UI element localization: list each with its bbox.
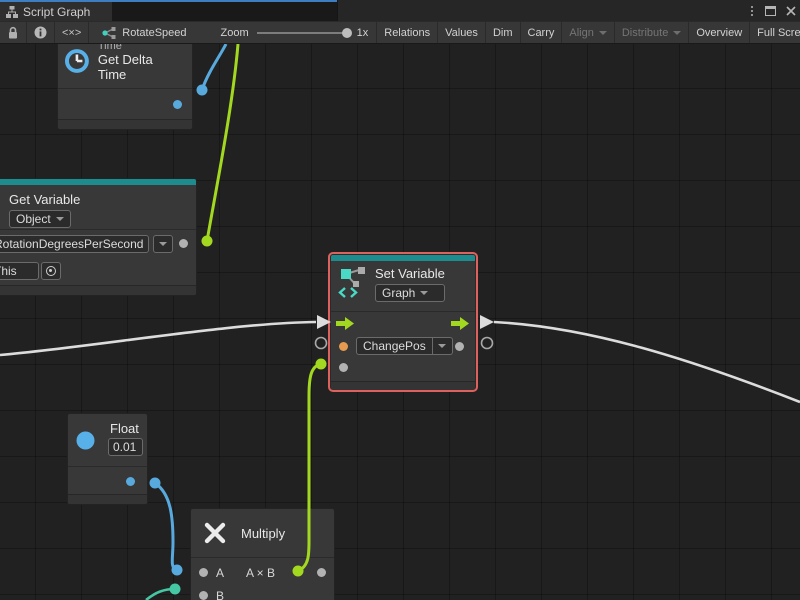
wire-float-to-multiply[interactable]: [155, 483, 176, 570]
flow-arrowhead-out: [480, 315, 494, 329]
lock-button[interactable]: [0, 22, 27, 43]
wire-deltatime[interactable]: [202, 44, 226, 90]
chevron-down-icon: [673, 31, 681, 39]
port-label-a: A: [216, 566, 224, 580]
input-port-value[interactable]: [339, 363, 348, 372]
node-float-literal[interactable]: Float 0.01: [67, 413, 148, 505]
chevron-down-icon: [438, 344, 446, 352]
wire-endpoint: [172, 565, 183, 576]
graph-breadcrumb[interactable]: RotateSpeed: [89, 22, 196, 43]
values-button[interactable]: Values: [438, 22, 486, 43]
zoom-value: 1x: [357, 27, 369, 39]
chevron-down-icon: [159, 242, 167, 250]
full-screen-button[interactable]: Full Screen: [750, 22, 800, 43]
node-footer: [331, 381, 475, 391]
unconnected-port-ring-right[interactable]: [482, 338, 493, 349]
zoom-label: Zoom: [221, 27, 249, 39]
graph-node-icon: [101, 26, 117, 40]
zoom-control: Zoom 1x: [197, 22, 378, 43]
node-category: Time: [98, 44, 184, 52]
clock-icon: [64, 48, 90, 74]
node-title: Set Variable: [375, 266, 445, 281]
close-icon[interactable]: [786, 6, 796, 16]
node-get-variable[interactable]: Get Variable Object RotationDegreesPerSe…: [0, 178, 197, 296]
info-icon: [34, 26, 47, 39]
target-object-field[interactable]: This: [0, 262, 39, 280]
graph-canvas[interactable]: Time Get Delta Time Get Variable Object …: [0, 44, 800, 600]
node-title: Float: [110, 421, 139, 436]
carry-button[interactable]: Carry: [521, 22, 563, 43]
variable-name-input[interactable]: RotationDegreesPerSecond: [0, 235, 149, 253]
zoom-slider[interactable]: [257, 32, 349, 34]
graph-name-label: RotateSpeed: [122, 27, 186, 39]
node-footer: [0, 285, 196, 295]
output-port-value[interactable]: [179, 239, 188, 248]
chevron-down-icon: [599, 31, 607, 39]
chevron-down-icon: [420, 291, 428, 299]
wire-endpoint: [170, 584, 181, 595]
object-picker-button[interactable]: [41, 262, 61, 280]
relations-button[interactable]: Relations: [377, 22, 438, 43]
output-port-product[interactable]: [317, 568, 326, 577]
graph-toolbar: <×> RotateSpeed Zoom 1x Relations Values…: [0, 21, 800, 44]
tab-bar: Script Graph: [0, 0, 800, 21]
window-controls: [749, 0, 796, 21]
port-label-b: B: [216, 589, 224, 600]
float-value-input[interactable]: 0.01: [108, 438, 143, 456]
maximize-icon[interactable]: [765, 6, 776, 16]
dim-button[interactable]: Dim: [486, 22, 521, 43]
zoom-slider-handle[interactable]: [342, 28, 352, 38]
variable-name-dropdown[interactable]: ChangePos: [356, 337, 453, 355]
wire-endpoint: [316, 359, 327, 370]
output-port-deltatime[interactable]: [173, 100, 182, 109]
node-set-variable-selected[interactable]: Set Variable Graph ChangePos: [330, 254, 476, 390]
align-button: Align: [562, 22, 614, 43]
tab-script-graph[interactable]: Script Graph: [0, 2, 112, 21]
variable-name-port[interactable]: [339, 342, 348, 351]
node-footer: [68, 494, 147, 504]
input-port-a[interactable]: [199, 568, 208, 577]
menu-kebab-icon[interactable]: [749, 4, 755, 18]
edit-script-button[interactable]: <×>: [55, 22, 89, 43]
variable-scope-dropdown[interactable]: Object: [9, 210, 71, 228]
multiply-icon: [203, 521, 227, 545]
flow-input-port[interactable]: [336, 316, 355, 331]
lock-icon: [7, 26, 19, 40]
set-variable-icon: [338, 266, 368, 298]
wire-to-multiply-b[interactable]: [146, 589, 175, 600]
object-picker-icon: [46, 266, 56, 276]
wire-getvariable[interactable]: [207, 44, 238, 241]
node-title: Get Delta Time: [98, 52, 184, 82]
distribute-button: Distribute: [615, 22, 689, 43]
unity-graph-window: Script Graph <×>: [0, 0, 800, 600]
wire-endpoint: [150, 478, 161, 489]
node-multiply[interactable]: Multiply A A × B B: [190, 508, 335, 600]
port-label-output: A × B: [246, 566, 275, 580]
node-title: Multiply: [241, 526, 285, 541]
inspect-button[interactable]: [27, 22, 55, 43]
chevron-down-icon: [56, 217, 64, 225]
node-footer: [58, 119, 192, 129]
wire-endpoint: [202, 236, 213, 247]
node-title: Get Variable: [9, 192, 188, 207]
wire-endpoint: [197, 85, 208, 96]
variable-scope-dropdown[interactable]: Graph: [375, 284, 445, 302]
output-port-value[interactable]: [455, 342, 464, 351]
wire-flow-out[interactable]: [494, 322, 800, 402]
code-icon: <×>: [62, 27, 81, 39]
unconnected-port-ring-left[interactable]: [316, 338, 327, 349]
variable-name-dropdown-button[interactable]: [153, 235, 173, 253]
overview-button[interactable]: Overview: [689, 22, 750, 43]
tab-well-empty: [337, 0, 800, 21]
wire-flow-in[interactable]: [0, 322, 316, 355]
output-port-float[interactable]: [126, 477, 135, 486]
tab-title: Script Graph: [23, 5, 90, 19]
graph-tab-icon: [6, 6, 18, 18]
node-get-delta-time[interactable]: Time Get Delta Time: [57, 44, 193, 130]
float-icon: [76, 431, 95, 450]
flow-output-port[interactable]: [451, 316, 470, 331]
flow-arrowhead-in: [317, 315, 331, 329]
input-port-b[interactable]: [199, 591, 208, 600]
